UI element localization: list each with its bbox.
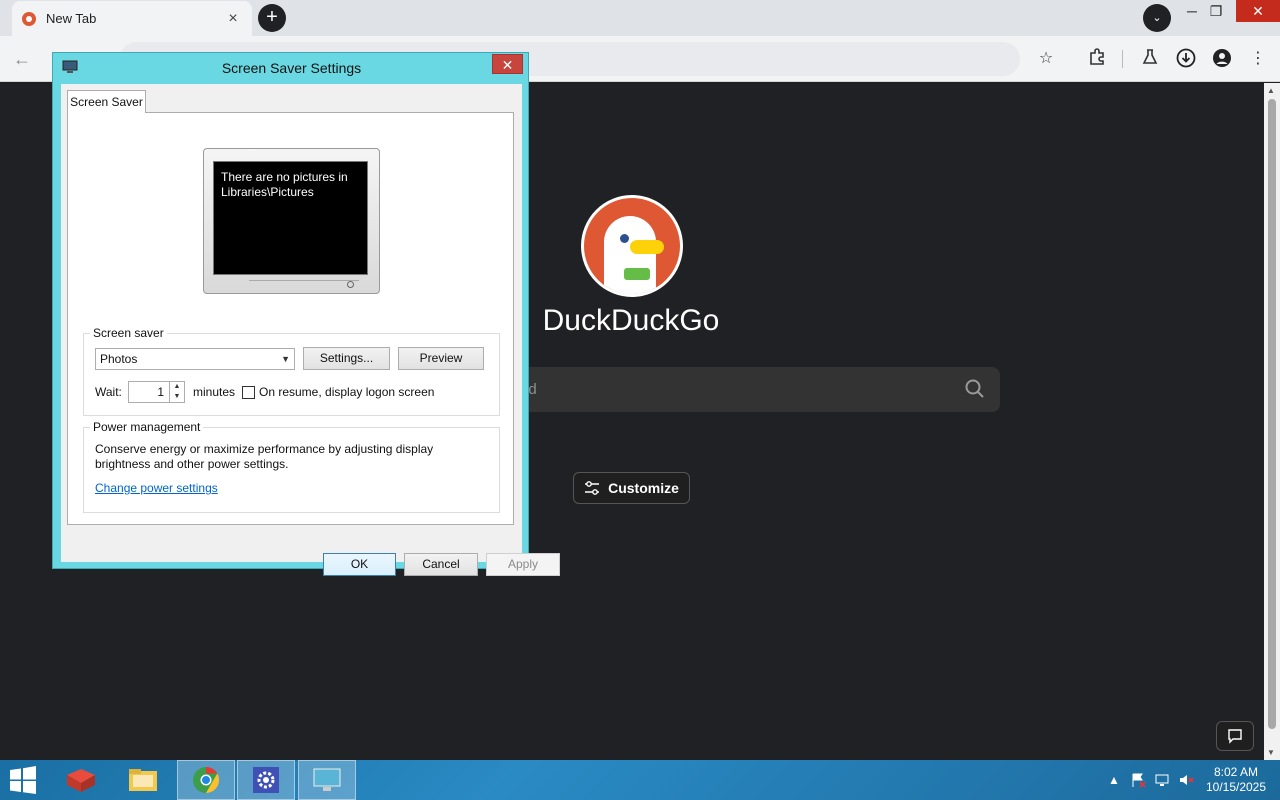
- wait-label: Wait:: [95, 385, 122, 399]
- power-management-group: Power management Conserve energy or maxi…: [83, 420, 500, 513]
- tab-screen-saver[interactable]: Screen Saver: [67, 90, 146, 113]
- change-power-settings-link[interactable]: Change power settings: [95, 481, 218, 495]
- search-icon[interactable]: [964, 378, 986, 400]
- taskbar-chrome[interactable]: [177, 760, 235, 800]
- tray-expand-icon[interactable]: ▲: [1106, 760, 1122, 800]
- network-icon[interactable]: [1152, 760, 1172, 800]
- chat-bubble-icon: [1228, 729, 1242, 744]
- profile-avatar-icon[interactable]: [1211, 48, 1233, 70]
- minutes-label: minutes: [193, 385, 236, 399]
- taskbar-display-settings[interactable]: [298, 760, 356, 800]
- tab-new-tab[interactable]: New Tab ×: [12, 1, 252, 36]
- customize-button[interactable]: Customize: [573, 472, 690, 504]
- gear-icon: [253, 767, 279, 793]
- feedback-button[interactable]: [1216, 721, 1254, 751]
- clock-time: 8:02 AM: [1213, 765, 1259, 779]
- preview-button[interactable]: Preview: [398, 347, 484, 370]
- toolbar-divider: [1122, 50, 1123, 68]
- duckduckgo-logo-icon: [581, 195, 683, 297]
- page-scrollbar[interactable]: ▲ ▼: [1264, 83, 1280, 760]
- dialog-title: Screen Saver Settings: [221, 60, 362, 76]
- back-arrow-icon[interactable]: ←: [10, 47, 34, 71]
- duckduckgo-favicon-icon: [22, 11, 36, 26]
- customize-label: Customize: [608, 480, 679, 496]
- resume-logon-checkbox[interactable]: [242, 386, 255, 399]
- app-box-icon: [67, 769, 95, 792]
- apply-button[interactable]: Apply: [486, 553, 560, 576]
- tab-search-button[interactable]: ⌄: [1143, 4, 1171, 32]
- screen-saver-select[interactable]: Photos ▼: [95, 348, 295, 370]
- action-center-flag-icon[interactable]: [1128, 760, 1148, 800]
- menu-kebab-icon[interactable]: ⋮: [1247, 48, 1269, 70]
- screen-saver-dialog: Screen Saver Settings ✕ Screen Saver The…: [52, 52, 560, 576]
- system-clock[interactable]: 8:02 AM 10/15/2025: [1198, 765, 1274, 795]
- ok-button[interactable]: OK: [323, 553, 396, 576]
- window-restore-button[interactable]: ❐: [1196, 0, 1236, 22]
- extensions-puzzle-icon[interactable]: [1086, 48, 1108, 70]
- clock-date: 10/15/2025: [1205, 780, 1267, 794]
- tab-title: New Tab: [46, 11, 97, 26]
- taskbar: ▲ 8:02 AM 10/15/2025: [0, 760, 1280, 800]
- dialog-close-button[interactable]: ✕: [492, 54, 523, 74]
- dialog-body: Screen Saver There are no pictures in Li…: [61, 84, 560, 576]
- monitor-icon: [313, 768, 341, 791]
- scroll-down-icon[interactable]: ▼: [1267, 748, 1275, 757]
- screen-saver-group: Screen saver Photos ▼ Settings... Previe…: [83, 326, 500, 416]
- new-tab-button[interactable]: +: [258, 4, 286, 32]
- scrollbar-thumb[interactable]: [1268, 99, 1276, 729]
- taskbar-file-explorer[interactable]: [114, 760, 172, 800]
- tab-close-icon[interactable]: ×: [224, 10, 242, 28]
- folder-icon: [129, 769, 157, 791]
- cancel-button[interactable]: Cancel: [404, 553, 478, 576]
- volume-muted-icon[interactable]: [1176, 760, 1196, 800]
- bookmark-star-icon[interactable]: ☆: [1035, 48, 1057, 70]
- resume-logon-label[interactable]: On resume, display logon screen: [259, 385, 434, 399]
- browser-icon: [193, 766, 220, 794]
- wait-minutes-stepper[interactable]: 1 ▲ ▼: [128, 381, 185, 403]
- window-close-button[interactable]: ✕: [1236, 0, 1280, 22]
- windows-start-icon[interactable]: [8, 766, 38, 794]
- screen-saver-group-label: Screen saver: [90, 326, 167, 340]
- preview-monitor: There are no pictures in Libraries\Pictu…: [203, 148, 380, 294]
- taskbar-app-files-red[interactable]: [52, 760, 110, 800]
- scroll-up-icon[interactable]: ▲: [1267, 86, 1275, 95]
- preview-message: There are no pictures in Libraries\Pictu…: [221, 170, 348, 199]
- power-description: Conserve energy or maximize performance …: [95, 442, 434, 471]
- search-input[interactable]: ed: [490, 367, 1000, 412]
- power-management-label: Power management: [90, 420, 204, 434]
- sliders-icon: [585, 481, 600, 495]
- download-icon[interactable]: [1175, 48, 1197, 70]
- screen-saver-tab-panel: There are no pictures in Libraries\Pictu…: [67, 112, 514, 525]
- monitor-stand: [249, 280, 359, 288]
- stepper-arrows-icon[interactable]: ▲ ▼: [169, 382, 184, 402]
- screen-saver-selected: Photos: [100, 352, 138, 366]
- settings-button[interactable]: Settings...: [303, 347, 390, 370]
- tab-strip: New Tab × + ⌄ ─ ❐ ✕: [0, 0, 1280, 36]
- chevron-down-icon: ▼: [281, 354, 290, 364]
- wait-value: 1: [157, 385, 164, 399]
- labs-flask-icon[interactable]: [1139, 48, 1161, 70]
- monitor-power-icon: [347, 281, 354, 288]
- preview-screen: There are no pictures in Libraries\Pictu…: [213, 161, 368, 275]
- taskbar-settings[interactable]: [237, 760, 295, 800]
